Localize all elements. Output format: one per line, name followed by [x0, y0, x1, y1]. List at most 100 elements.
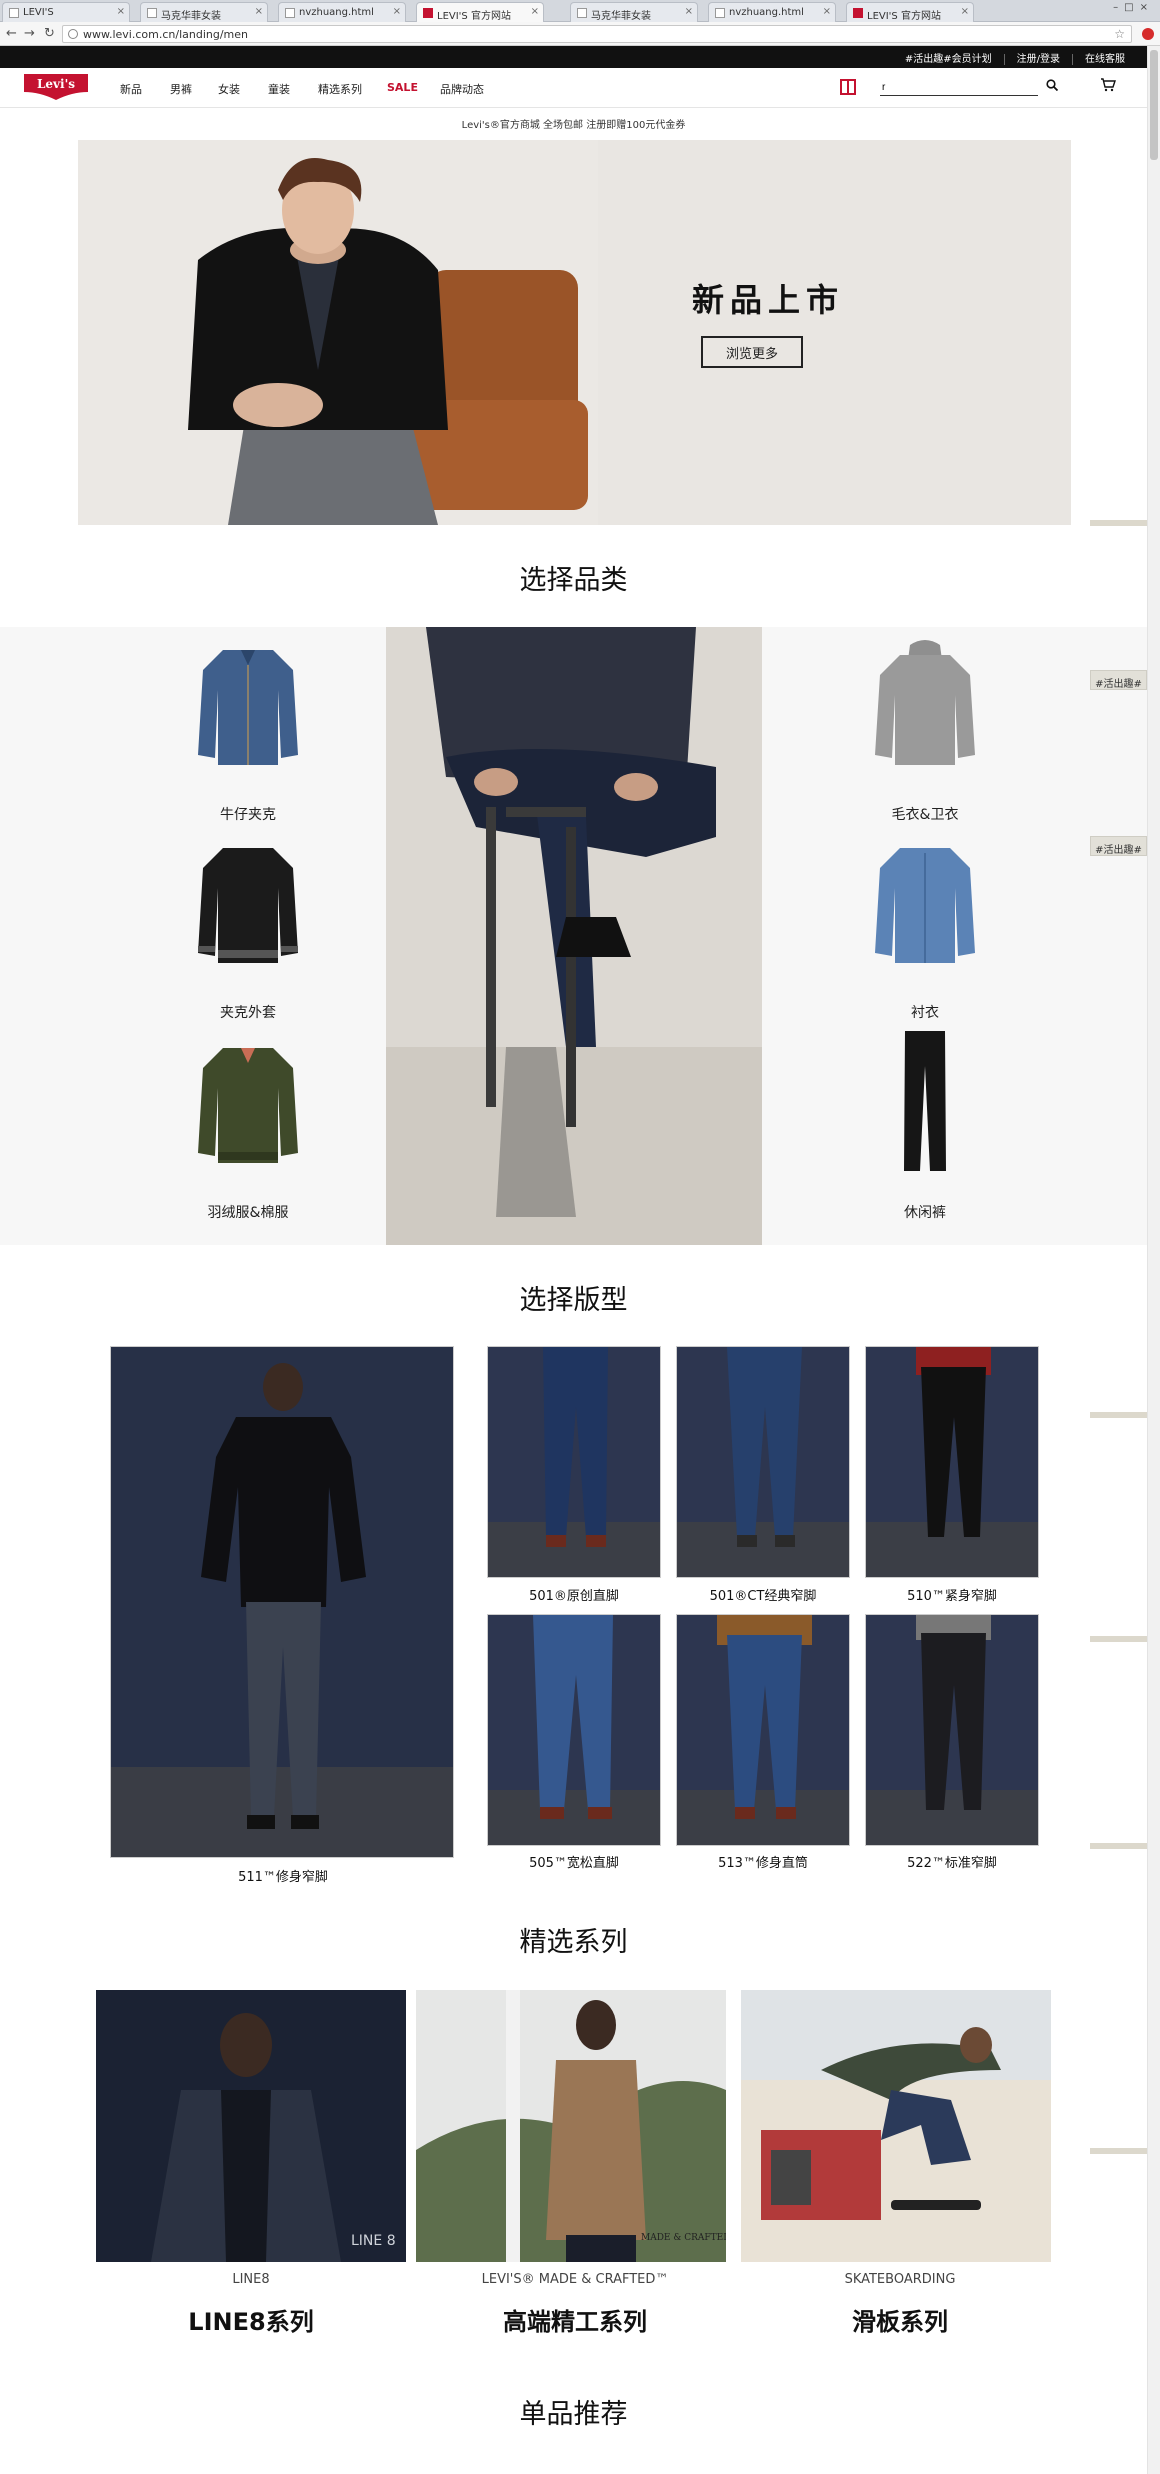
category-label: 衬衣 — [911, 1005, 939, 1021]
member-link[interactable]: #活出趣#会员计划 — [893, 54, 1004, 65]
page-icon — [147, 8, 157, 18]
category-feature-photo[interactable] — [386, 627, 762, 1245]
close-icon[interactable]: × — [255, 6, 263, 17]
page-icon — [9, 8, 19, 18]
side-strip — [1090, 520, 1147, 526]
scrollbar[interactable] — [1147, 46, 1160, 2474]
cart-icon[interactable] — [1100, 78, 1116, 92]
section-title-recommend: 单品推荐 — [519, 2399, 628, 2430]
close-icon[interactable]: × — [823, 6, 831, 17]
browser-tab[interactable]: nvzhuang.html × — [708, 2, 836, 22]
category-down[interactable]: 羽绒服&棉服 — [168, 1038, 328, 1228]
seated-model-photo — [386, 627, 762, 1245]
browser-tab[interactable]: nvzhuang.html × — [278, 2, 406, 22]
promo-banner[interactable]: Levi's®官方商城 全场包邮 注册即赠100元代金券 — [0, 116, 1147, 131]
nav-brand-news[interactable]: 品牌动态 — [440, 81, 484, 97]
made-crafted-model-image: MADE & CRAFTED — [416, 1990, 726, 2262]
nav-sale[interactable]: SALE — [387, 81, 418, 94]
collection-sub-skateboarding: SKATEBOARDING — [844, 2272, 956, 2287]
page-icon — [577, 8, 587, 18]
browse-more-button[interactable]: 浏览更多 — [701, 336, 803, 368]
nav-new[interactable]: 新品 — [120, 81, 142, 97]
browser-menu-icon[interactable] — [1142, 28, 1154, 40]
fit-tile-501ct[interactable] — [676, 1346, 850, 1578]
page-icon — [715, 8, 725, 18]
close-icon[interactable]: × — [393, 6, 401, 17]
back-icon[interactable]: ← — [6, 26, 17, 41]
fit-label-513[interactable]: 513™修身直筒 — [676, 1852, 850, 1871]
browser-tab[interactable]: LEVI'S × — [2, 2, 130, 22]
category-label: 牛仔夹克 — [220, 807, 276, 823]
tab-label: LEVI'S 官方网站 — [437, 11, 511, 22]
category-shirt[interactable]: 衬衣 — [845, 838, 1005, 1028]
line8-model-image: LINE 8 — [96, 1990, 406, 2262]
collection-title-made-crafted[interactable]: 高端精工系列 — [415, 2302, 735, 2337]
fit-label-505[interactable]: 505™宽松直脚 — [487, 1852, 661, 1871]
made-crafted-badge: MADE & CRAFTED — [641, 2233, 726, 2243]
hero-model-photo — [78, 140, 598, 525]
fit-tile-510[interactable] — [865, 1346, 1039, 1578]
fit-511-photo[interactable] — [110, 1346, 454, 1858]
star-icon[interactable]: ☆ — [1114, 27, 1125, 41]
line8-badge: LINE 8 — [351, 2233, 396, 2249]
browser-tabbar: LEVI'S × 马克华菲女装 × nvzhuang.html × LEVI'S 官方… — [0, 0, 1160, 22]
chino-pants-image — [904, 1031, 946, 1171]
hero-banner[interactable]: 新品上市 浏览更多 — [78, 140, 1071, 525]
collection-skateboarding-photo[interactable] — [741, 1990, 1051, 2262]
fit-label-501ct[interactable]: 501®CT经典窄脚 — [676, 1585, 850, 1604]
scrollbar-thumb[interactable] — [1150, 50, 1158, 160]
fit-tile-513[interactable] — [676, 1614, 850, 1846]
collection-sub-made-crafted: LEVI'S® MADE & CRAFTED™ — [481, 2272, 669, 2287]
fit-label-501[interactable]: 501®原创直脚 — [487, 1585, 661, 1604]
jeans-510-image — [866, 1347, 1038, 1577]
nav-women[interactable]: 女装 — [218, 81, 240, 97]
window-controls[interactable]: –□× — [1113, 2, 1154, 13]
store-locator-icon[interactable] — [840, 79, 856, 95]
nav-men[interactable]: 男裤 — [170, 81, 192, 97]
fit-label-510[interactable]: 510™紧身窄脚 — [865, 1585, 1039, 1604]
search-icon[interactable] — [1046, 79, 1058, 91]
collection-title-skateboarding[interactable]: 滑板系列 — [740, 2302, 1060, 2337]
varsity-jacket-image — [198, 848, 298, 963]
fit-label-511[interactable]: 511™修身窄脚 — [196, 1866, 370, 1885]
side-promo-tab[interactable]: #活出趣# — [1090, 670, 1147, 690]
category-pants[interactable]: 休闲裤 — [845, 1031, 1005, 1228]
browser-tab[interactable]: LEVI'S 官方网站 × — [846, 2, 974, 22]
browser-tab-active[interactable]: LEVI'S 官方网站 × — [416, 2, 544, 22]
support-link[interactable]: 在线客服 — [1072, 54, 1137, 65]
browser-tab[interactable]: 马克华菲女装 × — [140, 2, 268, 22]
section-title-collections: 精选系列 — [519, 1927, 628, 1958]
fit-tile-505[interactable] — [487, 1614, 661, 1846]
reload-icon[interactable]: ↻ — [44, 26, 55, 41]
close-icon[interactable]: × — [961, 6, 969, 17]
side-strip — [1090, 1636, 1147, 1642]
side-promo-tab[interactable]: #活出趣# — [1090, 836, 1147, 856]
hoodie-image — [875, 640, 975, 765]
tab-label: LEVI'S 官方网站 — [867, 11, 941, 22]
close-icon[interactable]: × — [685, 6, 693, 17]
fit-tile-522[interactable] — [865, 1614, 1039, 1846]
fit-tile-501[interactable] — [487, 1346, 661, 1578]
section-title-fits: 选择版型 — [519, 1285, 628, 1316]
login-link[interactable]: 注册/登录 — [1003, 54, 1072, 65]
page-icon — [285, 8, 295, 18]
forward-icon[interactable]: → — [24, 26, 35, 41]
levis-logo[interactable]: Levi's — [22, 72, 90, 102]
collection-made-crafted-photo[interactable]: MADE & CRAFTED — [416, 1990, 726, 2262]
close-icon[interactable]: × — [531, 6, 539, 17]
search-input[interactable] — [880, 80, 1038, 96]
browser-tab[interactable]: 马克华菲女装 × — [570, 2, 698, 22]
main-nav: Levi's 新品 男裤 女装 童装 精选系列 SALE 品牌动态 — [0, 68, 1147, 108]
collection-line8-photo[interactable]: LINE 8 — [96, 1990, 406, 2262]
fit-label-522[interactable]: 522™标准窄脚 — [865, 1852, 1039, 1871]
category-sweater[interactable]: 毛衣&卫衣 — [845, 640, 1005, 830]
hero-title: 新品上市 — [691, 281, 844, 319]
category-denim-jacket[interactable]: 牛仔夹克 — [168, 640, 328, 830]
collection-title-line8[interactable]: LINE8系列 — [91, 2302, 411, 2337]
category-jacket[interactable]: 夹克外套 — [168, 838, 328, 1028]
nav-kids[interactable]: 童装 — [268, 81, 290, 97]
url-field[interactable]: www.levi.com.cn/landing/men ☆ — [62, 25, 1132, 43]
nav-collections[interactable]: 精选系列 — [318, 81, 362, 97]
category-label: 休闲裤 — [904, 1205, 946, 1221]
close-icon[interactable]: × — [117, 6, 125, 17]
